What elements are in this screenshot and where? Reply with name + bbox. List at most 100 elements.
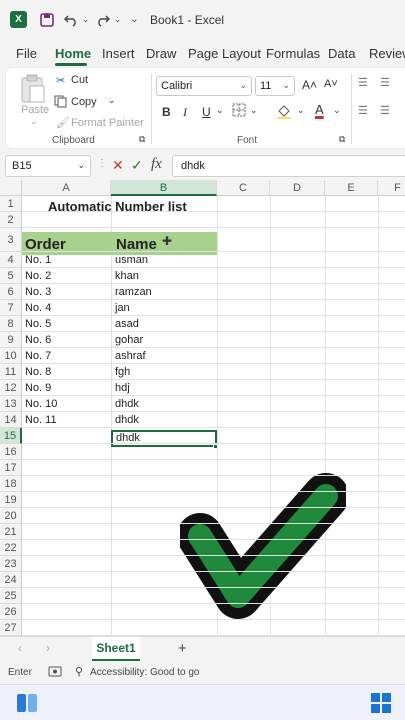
copy-dropdown-icon[interactable]: ⌄ — [108, 95, 116, 106]
previous-sheet-icon[interactable]: ‹ — [18, 641, 22, 655]
order-cell[interactable]: No. 9 — [23, 382, 51, 394]
macro-record-icon[interactable] — [48, 665, 62, 681]
row-header-24[interactable]: 24 — [0, 572, 22, 588]
row-header-1[interactable]: 1 — [0, 196, 22, 212]
row-header-23[interactable]: 23 — [0, 556, 22, 572]
order-cell[interactable]: No. 5 — [23, 318, 51, 330]
add-sheet-button[interactable]: + — [178, 640, 187, 657]
sheet-tab-sheet1[interactable]: Sheet1 — [92, 637, 140, 661]
order-cell[interactable]: No. 10 — [23, 398, 57, 410]
row-header-12[interactable]: 12 — [0, 380, 22, 396]
insert-function-button[interactable]: fx — [151, 156, 162, 173]
enter-entry-icon[interactable]: ✓ — [131, 157, 143, 174]
row-header-5[interactable]: 5 — [0, 268, 22, 284]
name-cell[interactable]: khan — [113, 270, 139, 282]
row-header-26[interactable]: 26 — [0, 604, 22, 620]
row-header-22[interactable]: 22 — [0, 540, 22, 556]
align-middle-icon[interactable]: ☰ — [380, 76, 390, 89]
underline-dropdown-icon[interactable]: ⌄ — [216, 105, 224, 116]
row-header-16[interactable]: 16 — [0, 444, 22, 460]
row-header-17[interactable]: 17 — [0, 460, 22, 476]
row-header-19[interactable]: 19 — [0, 492, 22, 508]
italic-button[interactable]: I — [183, 105, 187, 120]
name-cell[interactable]: gohar — [113, 334, 143, 346]
active-cell-b15[interactable]: dhdk — [111, 430, 217, 447]
font-launcher-icon[interactable]: ⧉ — [339, 134, 345, 145]
row-header-27[interactable]: 27 — [0, 620, 22, 636]
next-sheet-icon[interactable]: › — [46, 641, 50, 655]
customize-qat-icon[interactable]: ⌄ — [126, 11, 143, 28]
name-cell[interactable]: dhdk — [113, 398, 139, 410]
font-color-button[interactable]: A — [315, 102, 324, 117]
redo-dropdown-icon[interactable]: ⌄ — [109, 11, 126, 28]
clipboard-launcher-icon[interactable]: ⧉ — [139, 134, 145, 145]
order-cell[interactable]: No. 2 — [23, 270, 51, 282]
name-cell[interactable]: jan — [113, 302, 130, 314]
order-cell[interactable]: No. 8 — [23, 366, 51, 378]
row-header-14[interactable]: 14 — [0, 412, 22, 428]
row-header-7[interactable]: 7 — [0, 300, 22, 316]
align-left-icon[interactable]: ☰ — [358, 104, 368, 117]
fill-color-dropdown-icon[interactable]: ⌄ — [297, 105, 305, 116]
row-header-13[interactable]: 13 — [0, 396, 22, 412]
align-center-icon[interactable]: ☰ — [380, 104, 390, 117]
cut-button[interactable]: Cut — [71, 74, 88, 86]
widgets-icon[interactable] — [16, 693, 38, 716]
tab-insert[interactable]: Insert — [102, 46, 135, 61]
column-header-b[interactable]: B — [111, 180, 217, 196]
row-header-20[interactable]: 20 — [0, 508, 22, 524]
tab-draw[interactable]: Draw — [146, 46, 176, 61]
tab-page-layout[interactable]: Page Layout — [188, 46, 261, 61]
fill-handle[interactable] — [213, 444, 218, 449]
row-header-2[interactable]: 2 — [0, 212, 22, 228]
name-box[interactable]: B15 ⌄ — [5, 155, 91, 177]
row-header-6[interactable]: 6 — [0, 284, 22, 300]
row-header-3[interactable]: 3 — [0, 228, 22, 252]
column-header-d[interactable]: D — [270, 180, 325, 196]
row-header-11[interactable]: 11 — [0, 364, 22, 380]
borders-icon[interactable] — [232, 103, 246, 120]
bold-button[interactable]: B — [162, 105, 171, 119]
order-cell[interactable]: No. 3 — [23, 286, 51, 298]
column-header-c[interactable]: C — [217, 180, 270, 196]
order-cell[interactable]: No. 1 — [23, 254, 51, 266]
row-header-25[interactable]: 25 — [0, 588, 22, 604]
save-icon[interactable] — [38, 11, 55, 28]
order-cell[interactable]: No. 11 — [23, 414, 57, 426]
tab-formulas[interactable]: Formulas — [266, 46, 320, 61]
grow-font-button[interactable]: A˄ — [302, 78, 317, 92]
name-cell[interactable]: fgh — [113, 366, 130, 378]
column-header-a[interactable]: A — [22, 180, 111, 196]
tab-file[interactable]: File — [16, 46, 37, 61]
format-painter-button[interactable]: Format Painter — [71, 117, 144, 129]
more-options-icon[interactable]: ⋮ — [97, 158, 107, 169]
worksheet-grid[interactable]: A B C D E F Automatic Number list Order … — [0, 180, 405, 640]
cancel-entry-icon[interactable]: ✕ — [112, 157, 124, 174]
row-header-10[interactable]: 10 — [0, 348, 22, 364]
row-header-9[interactable]: 9 — [0, 332, 22, 348]
name-cell[interactable]: hdj — [113, 382, 130, 394]
tab-data[interactable]: Data — [328, 46, 355, 61]
column-header-f[interactable]: F — [378, 180, 405, 196]
align-top-icon[interactable]: ☰ — [358, 76, 368, 89]
name-cell[interactable]: dhdk — [113, 414, 139, 426]
select-all-button[interactable] — [0, 180, 22, 196]
windows-start-icon[interactable] — [371, 693, 391, 716]
row-header-15[interactable]: 15 — [0, 428, 22, 444]
formula-input[interactable]: dhdk — [172, 155, 405, 177]
paste-dropdown-icon[interactable]: ⌄ — [30, 116, 38, 127]
borders-dropdown-icon[interactable]: ⌄ — [250, 105, 258, 116]
fill-color-icon[interactable] — [276, 103, 292, 122]
accessibility-status[interactable]: Accessibility: Good to go — [90, 667, 200, 678]
name-cell[interactable]: asad — [113, 318, 139, 330]
font-name-select[interactable]: Calibri ⌄ — [156, 76, 252, 96]
name-cell[interactable]: ramzan — [113, 286, 152, 298]
name-cell[interactable]: ashraf — [113, 350, 146, 362]
tab-review[interactable]: Review — [369, 46, 405, 61]
tab-home[interactable]: Home — [55, 46, 91, 61]
font-color-dropdown-icon[interactable]: ⌄ — [333, 105, 341, 116]
row-header-18[interactable]: 18 — [0, 476, 22, 492]
paste-icon[interactable] — [20, 74, 46, 107]
row-header-4[interactable]: 4 — [0, 252, 22, 268]
row-header-21[interactable]: 21 — [0, 524, 22, 540]
